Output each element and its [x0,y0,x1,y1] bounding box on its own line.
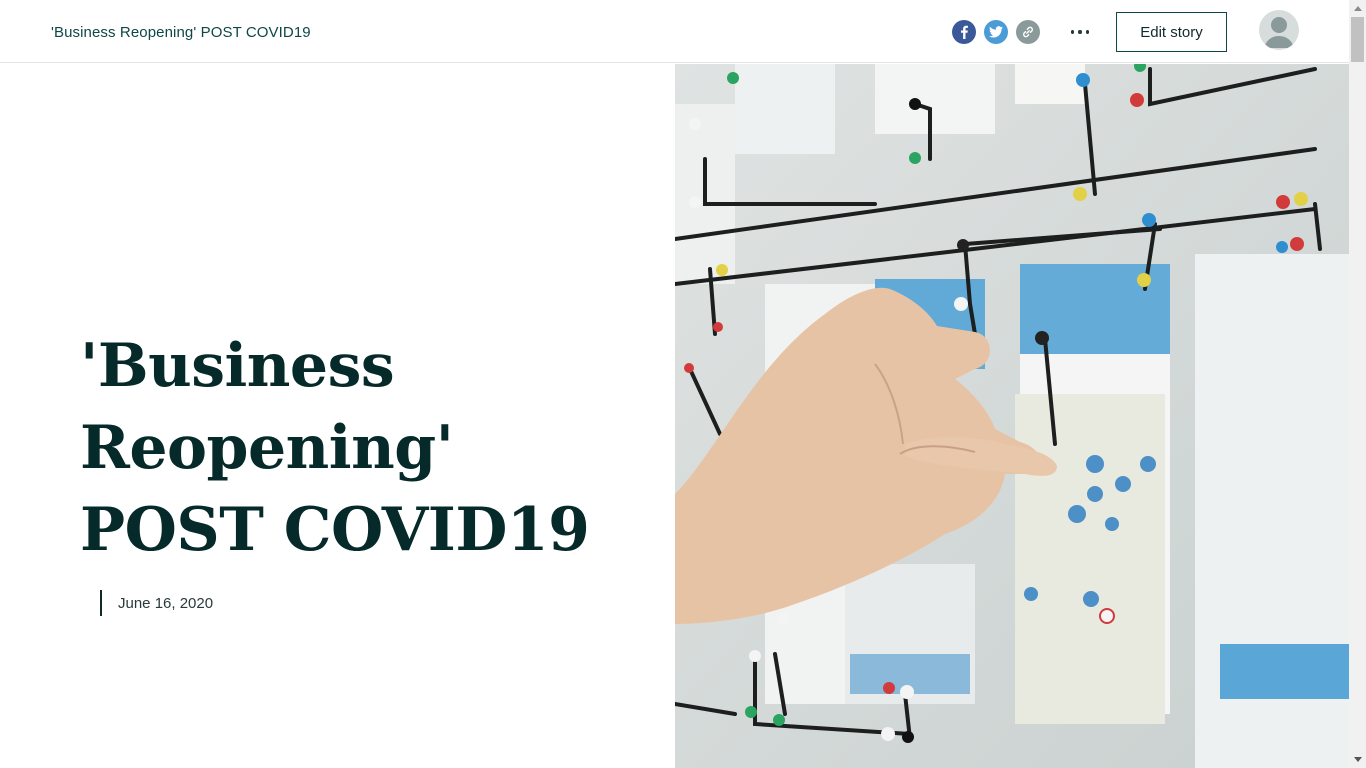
date-text: June 16, 2020 [118,594,214,612]
story-date: June 16, 2020 [100,590,213,616]
user-avatar[interactable] [1259,10,1299,50]
hero-image [675,64,1349,768]
page-scrollbar[interactable] [1349,0,1366,768]
more-options-button[interactable] [1067,20,1093,44]
more-dot-icon [1085,30,1090,34]
story-title-header[interactable]: 'Business Reopening' POST COVID19 [51,24,311,41]
facebook-share-button[interactable] [952,20,976,44]
copy-link-button[interactable] [1016,20,1040,44]
twitter-icon [989,26,1003,38]
more-dot-icon [1070,30,1075,34]
user-icon [1264,17,1294,48]
scrollbar-thumb[interactable] [1351,17,1364,62]
header-bar: 'Business Reopening' POST COVID19 Edit s… [0,0,1349,63]
twitter-share-button[interactable] [984,20,1008,44]
facebook-icon [961,25,968,39]
scroll-down-arrow-icon[interactable] [1349,751,1366,768]
page-title: 'Business Reopening' POST COVID19 [80,331,590,565]
date-divider [100,590,102,616]
scroll-up-arrow-icon[interactable] [1349,0,1366,17]
more-dot-icon [1078,30,1082,34]
link-icon [1023,26,1033,38]
edit-story-button[interactable]: Edit story [1116,12,1227,52]
